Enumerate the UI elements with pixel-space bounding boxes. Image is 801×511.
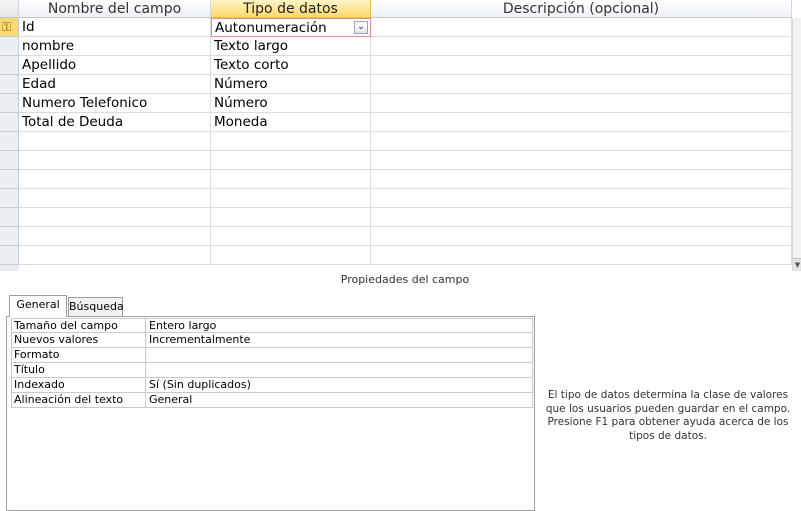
property-label: Título [14, 363, 45, 376]
property-label: Indexado [14, 378, 65, 391]
data-type-cell[interactable] [211, 132, 371, 151]
description-cell[interactable] [371, 151, 792, 170]
description-cell[interactable] [371, 170, 792, 189]
property-row[interactable]: Indexado Sí (Sin duplicados) [11, 378, 533, 393]
row-selector[interactable] [0, 151, 19, 170]
chevron-down-icon[interactable]: ⌄ [354, 21, 368, 34]
row-selector[interactable] [0, 37, 19, 56]
description-cell[interactable] [371, 113, 792, 132]
row-selector[interactable] [0, 189, 19, 208]
row-selector-column: ⚿ [0, 18, 19, 271]
row-selector[interactable] [0, 227, 19, 246]
field-name-cell[interactable]: Apellido [19, 56, 211, 75]
property-row[interactable]: Tamaño del campo Entero largo [11, 318, 533, 333]
select-all-corner[interactable] [0, 0, 19, 18]
row-selector[interactable]: ⚿ [0, 18, 19, 37]
property-value[interactable]: Incrementalmente [145, 333, 532, 347]
field-name-cell[interactable] [19, 189, 211, 208]
description-cell[interactable] [371, 246, 792, 265]
column-header-data-type[interactable]: Tipo de datos [211, 0, 371, 18]
column-header-field-name[interactable]: Nombre del campo [19, 0, 211, 18]
data-type-cell[interactable] [211, 227, 371, 246]
row-selector[interactable] [0, 132, 19, 151]
description-cell[interactable] [371, 208, 792, 227]
table-design-grid: Nombre del campo Tipo de datos Descripci… [0, 0, 801, 271]
tab-general[interactable]: General [9, 295, 67, 317]
data-type-cell[interactable]: Moneda [211, 113, 371, 132]
field-name-cell[interactable] [19, 227, 211, 246]
property-row[interactable]: Formato [11, 348, 533, 363]
field-name-cell[interactable] [19, 170, 211, 189]
field-properties-panel: Tamaño del campo Entero largo Nuevos valor… [6, 316, 535, 511]
property-value[interactable]: General [145, 393, 532, 407]
field-name-cell[interactable] [19, 246, 211, 265]
property-row[interactable]: Alineación del texto General [11, 393, 533, 408]
data-type-value: Autonumeración [215, 20, 327, 36]
field-name-cell[interactable]: Edad [19, 75, 211, 94]
row-selector[interactable] [0, 113, 19, 132]
data-type-cell[interactable]: Número [211, 94, 371, 113]
data-type-cell[interactable] [211, 246, 371, 265]
row-selector[interactable] [0, 246, 19, 265]
field-properties-title: Propiedades del campo [340, 273, 470, 286]
field-name-cell[interactable]: Total de Deuda [19, 113, 211, 132]
row-selector[interactable] [0, 208, 19, 227]
description-cell[interactable] [371, 227, 792, 246]
field-name-cell[interactable]: Id [19, 18, 211, 37]
scroll-down-arrow-icon[interactable]: ▼ [793, 258, 801, 271]
data-type-cell[interactable]: Texto corto [211, 56, 371, 75]
description-cell[interactable] [371, 189, 792, 208]
property-row[interactable]: Título [11, 363, 533, 378]
row-selector[interactable] [0, 94, 19, 113]
property-label: Nuevos valores [14, 333, 99, 346]
description-cell[interactable] [371, 18, 792, 37]
data-type-cell[interactable] [211, 189, 371, 208]
description-cell[interactable] [371, 132, 792, 151]
primary-key-icon: ⚿ [2, 20, 12, 34]
row-selector[interactable] [0, 75, 19, 94]
description-cell[interactable] [371, 75, 792, 94]
row-selector[interactable] [0, 170, 19, 189]
tab-lookup[interactable]: Búsqueda [68, 297, 124, 316]
field-name-cell[interactable] [19, 208, 211, 227]
help-text: El tipo de datos determina la clase de v… [545, 389, 791, 442]
data-type-cell[interactable] [211, 170, 371, 189]
property-label: Alineación del texto [14, 393, 124, 406]
property-value[interactable]: Entero largo [145, 319, 532, 332]
property-row[interactable]: Nuevos valores Incrementalmente [11, 333, 533, 348]
vertical-scrollbar[interactable]: ▼ [792, 18, 801, 271]
property-value[interactable] [145, 363, 532, 377]
description-cell[interactable] [371, 94, 792, 113]
field-name-cell[interactable]: Numero Telefonico [19, 94, 211, 113]
property-value[interactable] [145, 348, 532, 362]
description-cell[interactable] [371, 37, 792, 56]
property-label: Formato [14, 348, 60, 361]
field-name-cell[interactable] [19, 151, 211, 170]
property-label: Tamaño del campo [14, 319, 118, 332]
property-value[interactable]: Sí (Sin duplicados) [145, 378, 532, 392]
data-type-cell[interactable]: Número [211, 75, 371, 94]
row-selector[interactable] [0, 56, 19, 75]
data-type-cell[interactable]: Autonumeración ⌄ [211, 18, 371, 37]
field-name-cell[interactable] [19, 132, 211, 151]
description-cell[interactable] [371, 56, 792, 75]
data-type-cell[interactable]: Texto largo [211, 37, 371, 56]
data-type-cell[interactable] [211, 208, 371, 227]
data-type-cell[interactable] [211, 151, 371, 170]
column-header-description[interactable]: Descripción (opcional) [371, 0, 792, 18]
field-name-cell[interactable]: nombre [19, 37, 211, 56]
